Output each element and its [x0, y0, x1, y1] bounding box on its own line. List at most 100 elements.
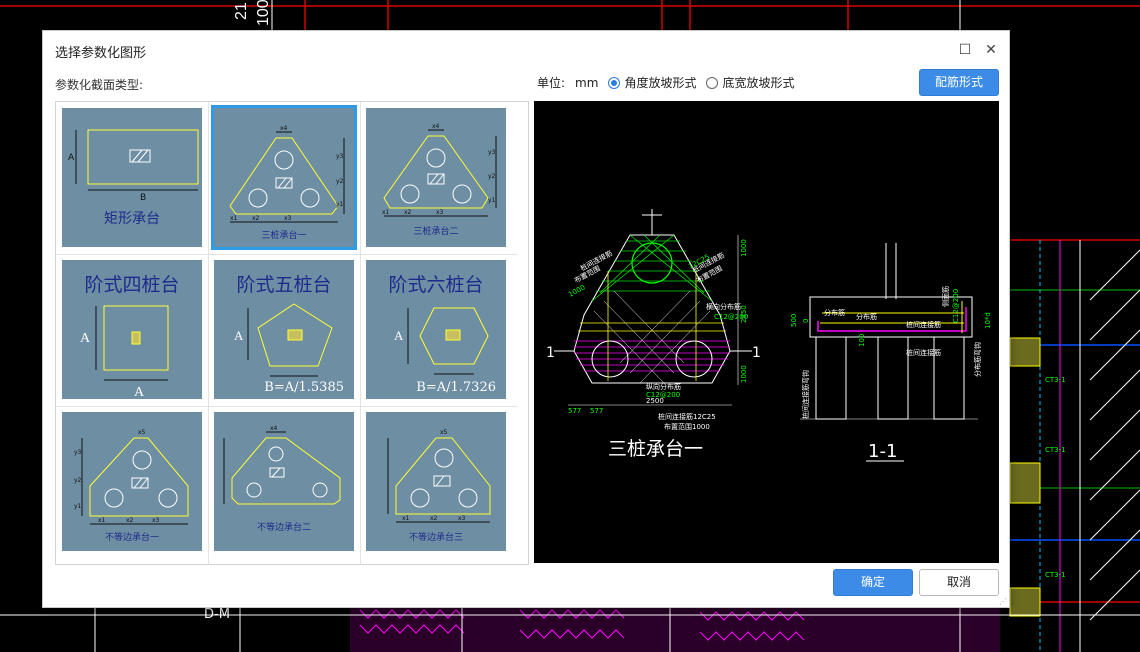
- dim-x3: x3: [436, 209, 444, 216]
- sec-side: 侧面筋: [941, 286, 950, 307]
- cad-tag-2: CT3-1: [1045, 446, 1066, 454]
- dim-y3: y3: [488, 149, 496, 156]
- cad-top-text: 21: [233, 2, 250, 20]
- select-parametric-shape-dialog: 选择参数化图形 ☐ ✕ 参数化截面类型: 单位: mm 角度放坡形式 底宽放坡形…: [42, 30, 1010, 608]
- cancel-button[interactable]: 取消: [919, 569, 999, 596]
- thumb-unequal-2[interactable]: x4 不等边承台二: [214, 412, 354, 551]
- section-type-label: 参数化截面类型:: [55, 78, 144, 92]
- cad-bottom-text: D-M: [204, 607, 230, 622]
- dim-x4: x4: [280, 125, 288, 132]
- thumb-label: 不等边承台三: [408, 533, 463, 543]
- section-mark-left: 1: [546, 345, 555, 361]
- thumb-label: 不等边承台一: [104, 533, 159, 543]
- dim-x2: x2: [252, 215, 260, 222]
- dim-y1: y1: [74, 503, 82, 510]
- cad-top-text-2: 100: [255, 0, 272, 26]
- dim-x4: x4: [432, 123, 440, 130]
- dim-1000b: 1000: [740, 365, 748, 383]
- thumb-step-five-pile[interactable]: 阶式五桩台 A B=A/1.5385: [214, 260, 354, 399]
- dim-a: A: [234, 328, 244, 343]
- sec-dist2: 分布筋: [856, 312, 877, 321]
- dim-x2: x2: [430, 515, 438, 522]
- preview-plan: 1 1 1000 2850 1000 2500 577 577 桩间连接筋 布置…: [546, 209, 761, 460]
- dim-a: A: [394, 328, 404, 343]
- dim-y2: y2: [488, 173, 496, 180]
- dim-y2: y2: [74, 477, 82, 484]
- dim-a-bottom: A: [134, 385, 145, 399]
- thumb-three-pile-1[interactable]: x4 y3 y2 y1 x1 x2 x3 三桩承台一: [211, 105, 357, 250]
- grid-divider: [56, 254, 518, 255]
- sec-500: 500: [790, 314, 798, 327]
- sec-pile2: 桩间连接筋: [906, 348, 941, 357]
- cad-tag-3: CT3-1: [1045, 571, 1066, 579]
- thumb-unequal-1[interactable]: x5 y3 y2 y1 x1 x2 x3 不等边承台一: [62, 412, 202, 551]
- dim-x1: x1: [382, 209, 390, 216]
- sec-0: 0: [802, 319, 810, 323]
- lbl-bottom-rebar: 桩间连接筋12C25: [658, 412, 716, 421]
- dim-577: 577: [568, 407, 581, 415]
- grid-divider: [360, 102, 361, 564]
- radio-angle-slope[interactable]: [608, 76, 621, 89]
- lbl-long-spec: C12@200: [646, 391, 680, 399]
- thumb-rect-cap[interactable]: A B 矩形承台: [62, 108, 202, 247]
- dim-a: A: [68, 153, 75, 163]
- close-icon[interactable]: ✕: [981, 40, 1001, 60]
- resize-grip-icon[interactable]: ⋰: [999, 597, 1007, 606]
- formula-label: B=A/1.5385: [264, 380, 344, 395]
- sec-vert-right: 分布筋弯钩: [973, 342, 982, 377]
- dim-x3: x3: [284, 215, 292, 222]
- lbl-long-dist: 纵向分布筋: [646, 382, 681, 391]
- thumb-step-four-pile[interactable]: 阶式四桩台 A A: [62, 260, 202, 399]
- sec-vert-left: 桩间连接筋弯钩: [801, 370, 810, 419]
- dim-x1: x1: [402, 515, 410, 522]
- dim-y1: y1: [336, 201, 344, 208]
- dim-y2: y2: [336, 178, 344, 185]
- dim-x5: x5: [440, 429, 448, 436]
- cad-tag-1: CT3-1: [1045, 376, 1066, 384]
- shape-preview: 1 1 1000 2850 1000 2500 577 577 桩间连接筋 布置…: [534, 101, 999, 563]
- sec-10d: 10*d: [984, 312, 992, 329]
- dim-1000: 1000: [740, 239, 748, 257]
- radio-angle-slope-label[interactable]: 角度放坡形式: [624, 74, 696, 91]
- sec-100: 100: [858, 334, 866, 347]
- maximize-icon[interactable]: ☐: [955, 40, 975, 60]
- dim-y4: y3: [74, 449, 82, 456]
- dim-y3: y3: [336, 153, 344, 160]
- ok-button[interactable]: 确定: [833, 569, 913, 596]
- grid-divider: [208, 102, 209, 564]
- thumb-step-six-pile[interactable]: 阶式六桩台 A B=A/1.7326: [366, 260, 506, 399]
- dim-x1: x1: [98, 517, 106, 524]
- dim-y1: y1: [488, 197, 496, 204]
- dim-b: B: [140, 193, 146, 203]
- sec-spec: C12@200: [952, 289, 960, 323]
- rebar-form-button[interactable]: 配筋形式: [919, 69, 999, 96]
- dim-x2: x2: [126, 517, 134, 524]
- sec-pile: 桩间连接筋: [906, 320, 941, 329]
- shape-gallery[interactable]: A B 矩形承台 x4 y3 y2 y1 x1 x2 x3 三桩承台一 x4 y…: [55, 101, 529, 565]
- dim-x1: x1: [230, 215, 238, 222]
- dialog-title: 选择参数化图形: [55, 46, 147, 61]
- dim-x2: x2: [404, 209, 412, 216]
- preview-section: 分布筋 分布筋 桩间连接筋 桩间连接筋 侧面筋 C12@200 500 0 10…: [790, 243, 992, 462]
- thumb-label: 不等边承台二: [256, 523, 311, 533]
- thumb-label: 三桩承台二: [413, 227, 459, 237]
- thumb-unequal-3[interactable]: x5 x1 x2 x3 不等边承台三: [366, 412, 506, 551]
- lbl-range-left-value: 1000: [567, 283, 586, 298]
- lbl-bottom-range: 布置范围1000: [664, 422, 710, 431]
- unit-value: mm: [575, 75, 599, 90]
- thumb-label: 矩形承台: [104, 211, 160, 227]
- sec-dist1: 分布筋: [824, 308, 845, 317]
- radio-bottom-width-slope[interactable]: [706, 76, 719, 89]
- grid-divider: [56, 406, 518, 407]
- lbl-dist-spec: C12@200: [714, 313, 748, 321]
- dim-x3: x3: [458, 515, 466, 522]
- thumb-three-pile-2[interactable]: x4 y3 y2 y1 x1 x2 x3 三桩承台二: [366, 108, 506, 247]
- thumb-label: 三桩承台一: [261, 231, 307, 241]
- dim-577b: 577: [590, 407, 603, 415]
- radio-bottom-width-slope-label[interactable]: 底宽放坡形式: [722, 74, 794, 91]
- plan-title: 三桩承台一: [608, 438, 703, 460]
- dim-x5: x5: [138, 429, 146, 436]
- dim-x4: x4: [270, 425, 278, 432]
- section-mark-right: 1: [752, 345, 761, 361]
- dim-a: A: [80, 331, 91, 346]
